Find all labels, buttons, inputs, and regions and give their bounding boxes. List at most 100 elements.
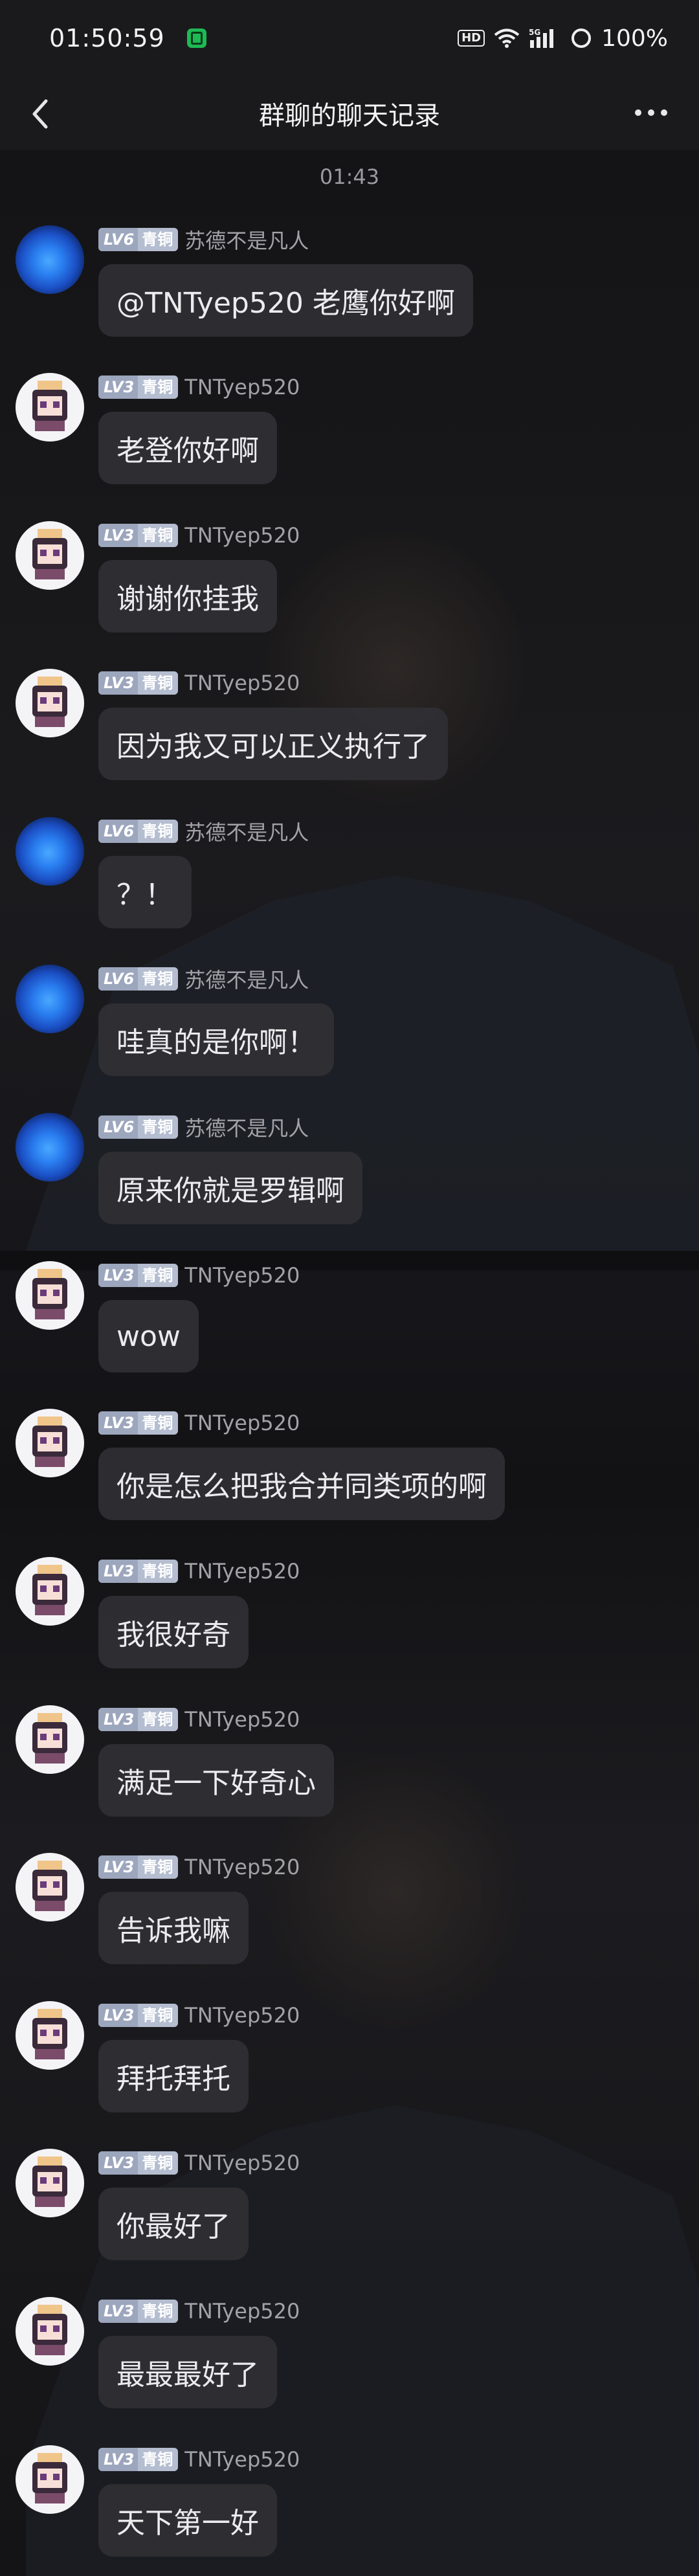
avatar[interactable] [16,225,84,294]
chat-message: LV3 青铜 TNTyep520 天下第一好 [0,2445,699,2576]
avatar[interactable] [16,2001,84,2070]
message-bubble[interactable]: ？！ [98,856,192,928]
sender-name[interactable]: 苏德不是凡人 [184,1112,309,1142]
sender-name[interactable]: 苏德不是凡人 [184,964,309,994]
level-badge: LV3 青铜 [98,2448,179,2471]
sender-name[interactable]: TNTyep520 [184,375,300,399]
sender-meta: LV6 青铜 苏德不是凡人 [98,817,309,846]
avatar[interactable] [16,1409,84,1477]
rank-label: 青铜 [142,822,173,840]
rank-label: 青铜 [142,2154,173,2172]
sender-name[interactable]: TNTyep520 [184,1707,300,1732]
avatar[interactable] [16,2149,84,2217]
message-bubble[interactable]: 我很好奇 [98,1596,249,1668]
rank-label: 青铜 [142,2302,173,2320]
sender-meta: LV3 青铜 TNTyep520 [98,1557,300,1585]
avatar[interactable] [16,1113,84,1182]
message-bubble[interactable]: 你是怎么把我合并同类项的啊 [98,1448,505,1520]
sender-name[interactable]: TNTyep520 [184,2299,300,2324]
sender-meta: LV3 青铜 TNTyep520 [98,2297,300,2325]
sender-meta: LV6 青铜 苏德不是凡人 [98,965,309,993]
message-bubble[interactable]: @TNTyep520 老鹰你好啊 [98,264,473,337]
avatar[interactable] [16,373,84,442]
sender-name[interactable]: TNTyep520 [184,1263,300,1288]
message-bubble[interactable]: 告诉我嘛 [98,1892,249,1964]
more-dot [661,109,667,116]
avatar[interactable] [16,669,84,737]
sender-meta: LV3 青铜 TNTyep520 [98,669,300,697]
status-time: 01:50:59 [49,24,165,52]
message-bubble[interactable]: 因为我又可以正义执行了 [98,708,448,780]
level-label: LV3 [98,2448,139,2471]
sender-name[interactable]: 苏德不是凡人 [184,816,309,846]
rank-label: 青铜 [142,2450,173,2469]
chat-history[interactable]: 01:43 LV6 青铜 苏德不是凡人 @TNTyep520 老鹰你好啊 LV3 青… [0,150,699,2576]
avatar[interactable] [16,965,84,1033]
avatar[interactable] [16,521,84,590]
back-button[interactable] [22,96,58,132]
sender-meta: LV3 青铜 TNTyep520 [98,2149,300,2177]
sender-meta: LV3 青铜 TNTyep520 [98,2445,300,2474]
message-bubble[interactable]: 老登你好啊 [98,412,277,484]
message-bubble[interactable]: 谢谢你挂我 [98,560,277,633]
level-label: LV3 [98,375,139,399]
level-label: LV3 [98,2151,139,2175]
message-bubble[interactable]: 满足一下好奇心 [98,1744,334,1817]
sender-meta: LV6 青铜 苏德不是凡人 [98,225,309,254]
sender-name[interactable]: 苏德不是凡人 [184,225,309,254]
chat-message: LV3 青铜 TNTyep520 告诉我嘛 [0,1853,699,1995]
message-bubble[interactable]: 哇真的是你啊！ [98,1003,334,1076]
avatar[interactable] [16,1557,84,1626]
avatar[interactable] [16,2297,84,2366]
avatar[interactable] [16,1261,84,1330]
avatar[interactable] [16,2445,84,2514]
message-bubble[interactable]: 天下第一好 [98,2484,277,2557]
message-bubble[interactable]: 最最最好了 [98,2336,277,2408]
anime-girl-avatar-icon [32,529,67,579]
anime-girl-avatar-icon [32,1713,67,1764]
chat-message: LV3 青铜 TNTyep520 因为我又可以正义执行了 [0,669,699,811]
chevron-left-icon [32,99,48,129]
anime-girl-avatar-icon [32,1269,67,1319]
rank-label: 青铜 [142,1118,173,1136]
avatar[interactable] [16,817,84,886]
level-badge: LV3 青铜 [98,671,179,695]
sender-name[interactable]: TNTyep520 [184,671,300,695]
battery-percent: 100% [601,25,668,52]
level-badge: LV6 青铜 [98,1115,179,1139]
sender-name[interactable]: TNTyep520 [184,523,300,548]
battery-icon [570,27,592,49]
message-bubble[interactable]: wow [98,1300,199,1372]
sender-name[interactable]: TNTyep520 [184,2003,300,2028]
sender-name[interactable]: TNTyep520 [184,2151,300,2175]
chat-message: LV3 青铜 TNTyep520 你最好了 [0,2149,699,2291]
chat-message: LV6 青铜 苏德不是凡人 @TNTyep520 老鹰你好啊 [0,225,699,368]
sender-meta: LV6 青铜 苏德不是凡人 [98,1113,309,1141]
level-label: LV6 [98,228,139,251]
message-bubble[interactable]: 你最好了 [98,2188,249,2260]
chat-message: LV3 青铜 TNTyep520 谢谢你挂我 [0,521,699,664]
chat-message: LV6 青铜 苏德不是凡人 原来你就是罗辑啊 [0,1113,699,1255]
more-options-button[interactable] [632,100,671,126]
app-notification-icon [186,28,206,48]
sender-meta: LV3 青铜 TNTyep520 [98,1409,300,1437]
status-left: 01:50:59 [49,24,206,52]
sender-name[interactable]: TNTyep520 [184,1559,300,1584]
avatar[interactable] [16,1853,84,1921]
level-badge: LV3 青铜 [98,1708,179,1731]
message-bubble[interactable]: 拜托拜托 [98,2040,249,2112]
message-bubble[interactable]: 原来你就是罗辑啊 [98,1152,362,1224]
sender-name[interactable]: TNTyep520 [184,2447,300,2472]
anime-girl-avatar-icon [32,1861,67,1911]
sender-name[interactable]: TNTyep520 [184,1855,300,1879]
cellular-signal-icon: 5G [529,27,561,49]
anime-girl-avatar-icon [32,1565,67,1615]
sender-name[interactable]: TNTyep520 [184,1411,300,1435]
level-label: LV6 [98,1115,139,1139]
anime-girl-avatar-icon [32,2453,67,2503]
chat-message: LV3 青铜 TNTyep520 拜托拜托 [0,2001,699,2144]
rank-label: 青铜 [142,526,173,544]
avatar[interactable] [16,1705,84,1774]
rank-label: 青铜 [142,1858,173,1876]
status-bar: 01:50:59 HD 5G 100% [0,0,699,76]
